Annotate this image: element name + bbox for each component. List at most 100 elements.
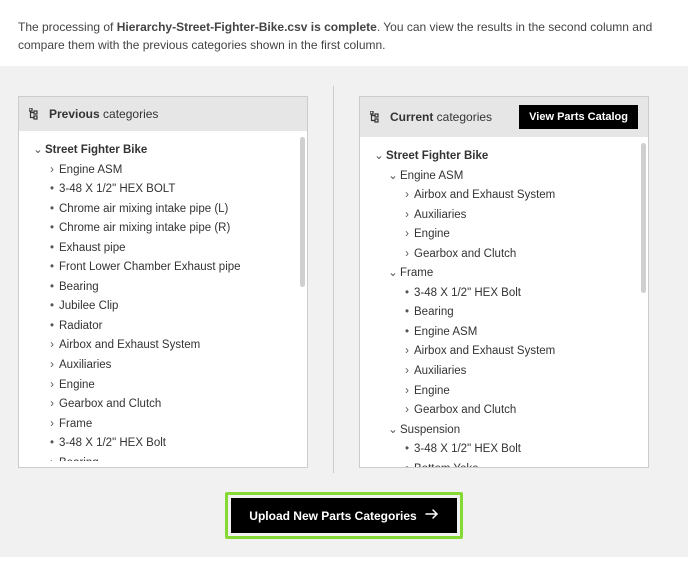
tree-node-label: Gearbox and Clutch [59,398,161,410]
previous-tree-node[interactable]: ›Engine [27,376,295,396]
previous-tree-node[interactable]: •Radiator [27,317,295,337]
tree-node-label: Engine ASM [400,170,463,182]
tree-node-label: Engine ASM [414,326,477,338]
upload-highlight: Upload New Parts Categories [225,492,462,539]
current-tree-node[interactable]: ›Auxiliaries [368,362,636,382]
tree-node-label: Airbox and Exhaust System [59,339,200,351]
previous-tree-node[interactable]: ›Auxiliaries [27,356,295,376]
current-tree-node[interactable]: ›Gearbox and Clutch [368,401,636,421]
tree-icon [29,108,43,120]
tree-node-label: Suspension [400,424,460,436]
current-tree-node[interactable]: ⌄Suspension [368,421,636,441]
bullet-icon: • [47,239,57,259]
footer: Upload New Parts Categories [0,486,688,557]
current-tree-node[interactable]: ⌄Street Fighter Bike [368,147,636,167]
current-tree-node[interactable]: ›Engine [368,225,636,245]
panel-divider [333,86,334,473]
tree-node-label: Bearing [414,306,454,318]
chevron-right-icon: › [47,356,57,376]
view-parts-catalog-button[interactable]: View Parts Catalog [519,105,638,129]
tree-node-label: Bearing [59,281,99,293]
arrow-right-icon [425,508,439,523]
previous-panel-body: ⌄Street Fighter Bike›Engine ASM•3-48 X 1… [19,131,307,461]
bullet-icon: • [47,200,57,220]
scrollbar[interactable] [300,137,305,287]
previous-tree-node[interactable]: ›Bearing [27,454,295,461]
chevron-right-icon: › [402,245,412,265]
chevron-down-icon: ⌄ [388,167,398,187]
previous-tree-node[interactable]: ›Frame [27,415,295,435]
bullet-icon: • [47,219,57,239]
previous-tree-node[interactable]: •3-48 X 1/2" HEX BOLT [27,180,295,200]
previous-tree-node[interactable]: •Front Lower Chamber Exhaust pipe [27,258,295,278]
chevron-right-icon: › [402,362,412,382]
tree-node-label: Engine [59,379,95,391]
current-tree-node[interactable]: ›Airbox and Exhaust System [368,186,636,206]
upload-new-parts-categories-button[interactable]: Upload New Parts Categories [231,498,456,533]
previous-tree-node[interactable]: •Exhaust pipe [27,239,295,259]
previous-tree-node[interactable]: •Chrome air mixing intake pipe (L) [27,200,295,220]
previous-tree-node[interactable]: ›Airbox and Exhaust System [27,336,295,356]
previous-tree-node[interactable]: ⌄Street Fighter Bike [27,141,295,161]
bullet-icon: • [47,180,57,200]
current-tree-node[interactable]: ›Auxiliaries [368,206,636,226]
scrollbar[interactable] [641,143,646,293]
tree-node-label: Bearing [59,457,99,461]
current-panel-body: ⌄Street Fighter Bike⌄Engine ASM›Airbox a… [360,137,648,467]
chevron-right-icon: › [47,415,57,435]
current-panel: Current categories View Parts Catalog ⌄S… [359,96,649,468]
tree-node-label: Front Lower Chamber Exhaust pipe [59,261,241,273]
tree-node-label: Auxiliaries [414,209,466,221]
tree-node-label: Airbox and Exhaust System [414,345,555,357]
tree-node-label: Frame [59,418,92,430]
tree-node-label: Bottom Yoke [414,463,479,467]
current-tree-node[interactable]: ›Airbox and Exhaust System [368,342,636,362]
current-tree-node[interactable]: ›Gearbox and Clutch [368,245,636,265]
current-tree-node[interactable]: ⌄Frame [368,264,636,284]
tree-node-label: 3-48 X 1/2" HEX Bolt [414,287,521,299]
bullet-icon: • [402,284,412,304]
previous-tree-node[interactable]: •Chrome air mixing intake pipe (R) [27,219,295,239]
tree-node-label: Jubilee Clip [59,300,118,312]
current-panel-head: Current categories View Parts Catalog [360,97,648,137]
current-tree-node[interactable]: ⌄Engine ASM [368,167,636,187]
current-tree-node[interactable]: •Engine ASM [368,323,636,343]
tree-node-label: Airbox and Exhaust System [414,189,555,201]
current-tree-node[interactable]: •3-48 X 1/2" HEX Bolt [368,284,636,304]
chevron-right-icon: › [47,395,57,415]
tree-icon [370,111,384,123]
current-tree-node[interactable]: •Bottom Yoke [368,460,636,467]
tree-node-label: 3-48 X 1/2" HEX Bolt [59,437,166,449]
bullet-icon: • [402,323,412,343]
previous-tree-node[interactable]: •Bearing [27,278,295,298]
notice-filename: Hierarchy-Street-Fighter-Bike.csv is com… [117,20,377,34]
previous-tree-node[interactable]: ›Engine ASM [27,161,295,181]
chevron-down-icon: ⌄ [374,147,384,167]
chevron-down-icon: ⌄ [388,264,398,284]
tree-node-label: Frame [400,267,433,279]
previous-tree-node[interactable]: •3-48 X 1/2" HEX Bolt [27,434,295,454]
tree-node-label: Radiator [59,320,102,332]
current-panel-title: Current categories [390,110,492,124]
current-tree-node[interactable]: ›Engine [368,382,636,402]
upload-button-label: Upload New Parts Categories [249,509,416,523]
current-tree-node[interactable]: •3-48 X 1/2" HEX Bolt [368,440,636,460]
previous-tree-node[interactable]: ›Gearbox and Clutch [27,395,295,415]
tree-node-label: Gearbox and Clutch [414,248,516,260]
chevron-right-icon: › [402,382,412,402]
chevron-right-icon: › [402,342,412,362]
chevron-right-icon: › [47,454,57,461]
tree-node-label: Gearbox and Clutch [414,404,516,416]
previous-panel-title: Previous categories [49,107,158,121]
current-tree-node[interactable]: •Bearing [368,303,636,323]
tree-node-label: 3-48 X 1/2" HEX Bolt [414,443,521,455]
tree-node-label: Engine ASM [59,164,122,176]
previous-tree-node[interactable]: •Jubilee Clip [27,297,295,317]
chevron-right-icon: › [402,206,412,226]
bullet-icon: • [47,317,57,337]
bullet-icon: • [402,303,412,323]
previous-panel: Previous categories ⌄Street Fighter Bike… [18,96,308,468]
tree-node-label: Street Fighter Bike [45,144,147,156]
previous-tree: ⌄Street Fighter Bike›Engine ASM•3-48 X 1… [27,141,295,461]
bullet-icon: • [47,258,57,278]
